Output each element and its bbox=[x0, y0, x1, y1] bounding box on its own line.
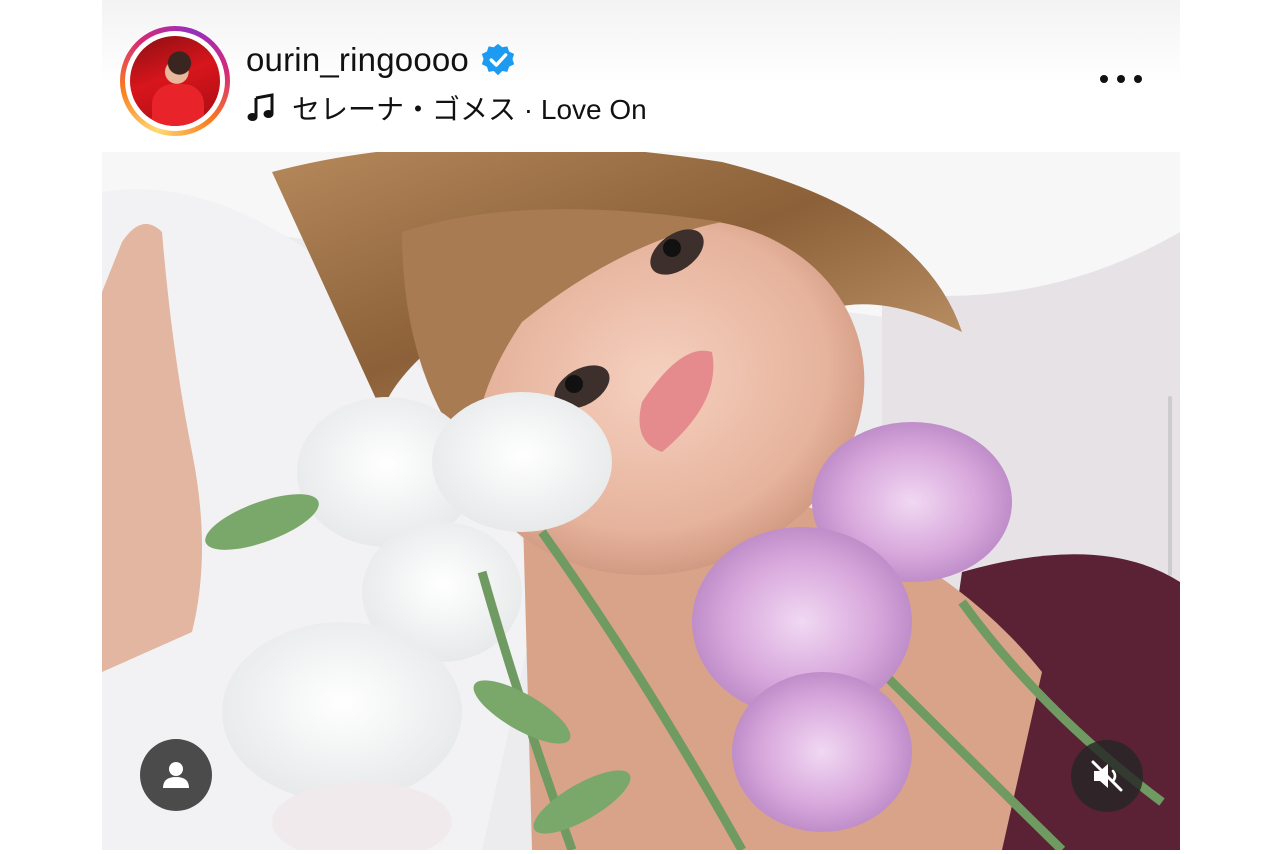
tagged-people-button[interactable] bbox=[140, 739, 212, 811]
more-options-button[interactable] bbox=[1096, 66, 1146, 92]
more-dot bbox=[1134, 75, 1142, 83]
more-dot bbox=[1100, 75, 1108, 83]
post-media[interactable] bbox=[102, 152, 1180, 850]
music-note-icon bbox=[247, 93, 274, 121]
audio-attribution[interactable]: セレーナ・ゴメス · Love On bbox=[246, 90, 647, 126]
speaker-muted-icon bbox=[1091, 760, 1123, 792]
more-dot bbox=[1117, 75, 1125, 83]
verified-badge-icon bbox=[481, 43, 515, 76]
post-photo bbox=[102, 152, 1180, 850]
avatar-frame bbox=[125, 31, 225, 131]
avatar[interactable] bbox=[130, 36, 220, 126]
username[interactable]: ourin_ringoooo bbox=[246, 41, 469, 79]
person-tag-icon bbox=[163, 762, 189, 788]
media-scroll-indicator bbox=[1168, 396, 1172, 576]
username-row: ourin_ringoooo bbox=[246, 40, 515, 80]
mute-toggle-button[interactable] bbox=[1071, 740, 1143, 812]
story-ring[interactable] bbox=[120, 26, 230, 136]
music-track-label: セレーナ・ゴメス · Love On bbox=[292, 94, 647, 125]
avatar-figure bbox=[152, 84, 204, 126]
